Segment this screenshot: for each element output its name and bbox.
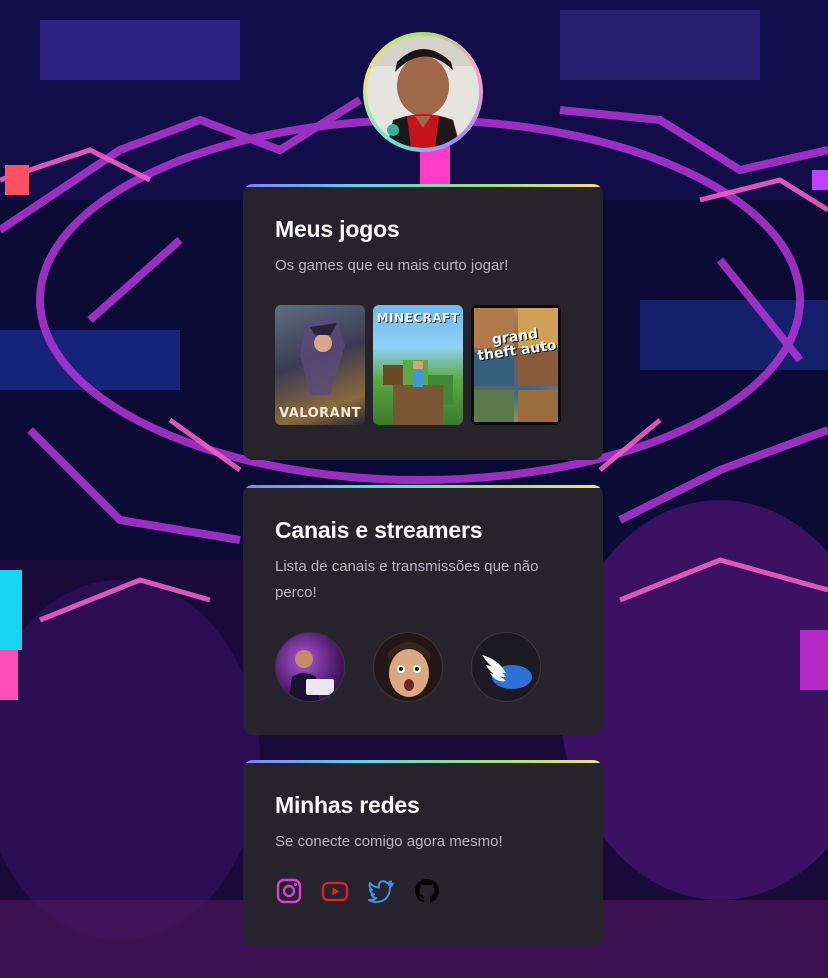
game-card-gta-v[interactable]: grand theft auto (471, 305, 561, 425)
games-card: Meus jogos Os games que eu mais curto jo… (243, 184, 603, 460)
streamer-avatar-1[interactable] (275, 632, 345, 702)
streamer-avatar-2[interactable] (373, 632, 443, 702)
social-subtitle: Se conecte comigo agora mesmo! (275, 833, 503, 850)
winged-logo-avatar[interactable] (471, 632, 541, 702)
channels-card: Canais e streamers Lista de canais e tra… (243, 485, 603, 735)
profile-avatar (363, 32, 483, 152)
youtube-icon (321, 881, 349, 902)
channels-list (275, 632, 571, 702)
game-title: VALORANT (279, 406, 361, 421)
streamer-2-image (374, 633, 442, 701)
instagram-icon (276, 878, 302, 904)
winged-logo-icon (482, 655, 532, 689)
games-title: Meus jogos (275, 216, 400, 242)
twitter-icon (368, 880, 394, 904)
instagram-link[interactable] (275, 877, 303, 905)
github-link[interactable] (413, 877, 441, 905)
games-subtitle: Os games que eu mais curto jogar! (275, 257, 509, 274)
twitter-link[interactable] (367, 877, 395, 905)
github-icon (415, 879, 439, 903)
channels-subtitle: Lista de canais e transmissões que não p… (275, 558, 539, 601)
game-card-minecraft[interactable]: MINECRAFT (373, 305, 463, 425)
game-title: MINECRAFT (376, 311, 460, 325)
game-card-valorant[interactable]: VALORANT (275, 305, 365, 425)
social-links (275, 877, 571, 905)
social-card: Minhas redes Se conecte comigo agora mes… (243, 760, 603, 946)
channels-title: Canais e streamers (275, 517, 483, 543)
streamer-1-image (288, 650, 334, 701)
youtube-link[interactable] (321, 877, 349, 905)
games-list: VALORANT MINECRAFT grand theft auto (275, 305, 571, 425)
social-title: Minhas redes (275, 792, 420, 818)
